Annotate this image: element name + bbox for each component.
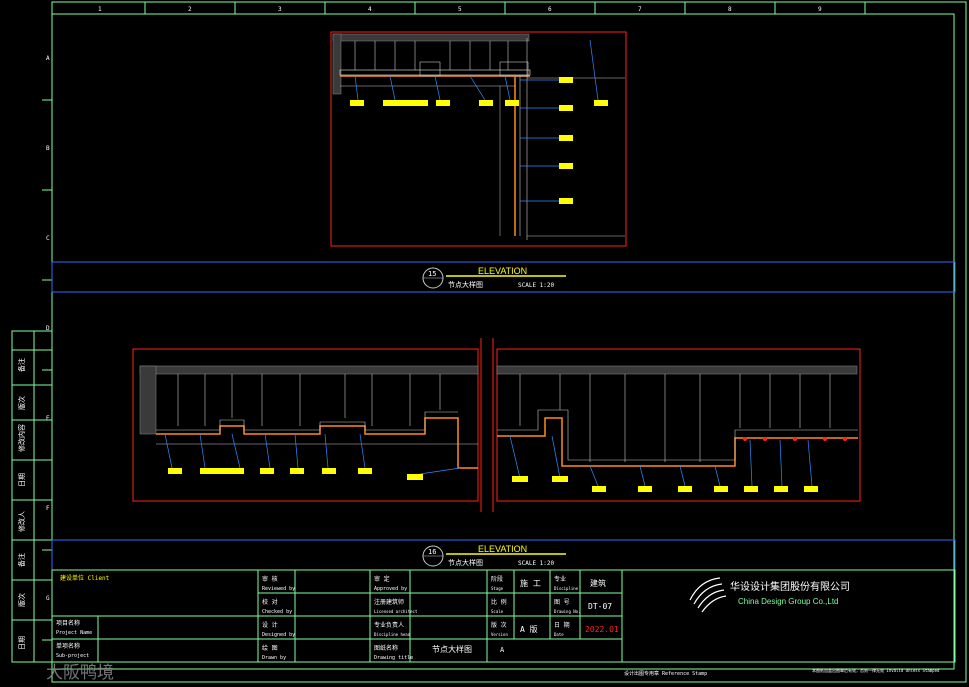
revision-strip (11, 330, 53, 663)
strip-label-8: 日期 (18, 636, 26, 650)
version-label: 版 次 (491, 621, 507, 629)
subproject-label: 单项名称 (56, 642, 80, 650)
discipline-head-label: 专业负责人 (374, 621, 404, 629)
discipline-head-label-en: Discipline head (374, 632, 411, 637)
grid-row-g: G (46, 595, 50, 602)
hanger-rods-16r (519, 374, 831, 462)
ratio-label: 比 例 (491, 598, 507, 606)
number-label-en: Drawing No. (554, 609, 581, 614)
grid-col-4: 4 (368, 6, 372, 13)
strip-label-1: 备注 (17, 358, 26, 372)
stamp-label: 注册建筑师 (374, 598, 404, 606)
company-name-cn: 华设设计集团股份有限公司 (730, 580, 850, 593)
drawn-label-en: Drawn by (262, 655, 286, 661)
material-tags (350, 77, 608, 204)
discipline-value: 建筑 (590, 578, 606, 588)
reviewed-label: 审 核 (262, 575, 278, 583)
hanger-rods-16 (177, 374, 441, 426)
bottom-cell-value: A (500, 646, 505, 654)
grid-row-c: C (46, 235, 50, 242)
view-15-scale: SCALE 1:20 (518, 282, 555, 289)
detail-15-drawing[interactable] (330, 31, 627, 247)
version-value: A 版 (520, 624, 538, 634)
grid-row-f: F (46, 505, 50, 512)
date-label-en: Date (554, 632, 564, 637)
date-label: 日 期 (554, 621, 570, 629)
grid-col-9: 9 (818, 6, 822, 13)
drawn-label: 绘 图 (262, 644, 278, 652)
designed-label-en: Designed by (262, 632, 295, 638)
slab-hatch (332, 33, 530, 42)
project-name-label-en: Project Name (56, 630, 92, 636)
view-16-title-band: 16 ELEVATION 节点大样图 SCALE 1:20 (51, 539, 956, 571)
grid-col-6: 6 (548, 6, 552, 13)
view-15-subtitle: 节点大样图 (448, 280, 483, 289)
material-tags-16r (512, 476, 818, 492)
grid-col-7: 7 (638, 6, 642, 13)
drawing-title: 节点大样图 (432, 644, 472, 654)
discipline-label-en: Discipline (554, 586, 579, 591)
stamp-label-en: Licensed architect (374, 609, 418, 614)
break-lines (480, 338, 494, 512)
wall-hatch-16 (139, 365, 157, 435)
checked-label: 校 对 (262, 598, 278, 606)
subproject-label-en: Sub-project (56, 653, 89, 659)
strip-label-3: 修改内容 (17, 424, 26, 452)
drawing-title-label: 图纸名称 (374, 644, 398, 652)
grid-row-b: B (46, 145, 50, 152)
grid-column-markers (144, 2, 866, 14)
project-name-label: 项目名称 (56, 619, 80, 627)
view-16-title: ELEVATION (478, 544, 527, 554)
number-label: 图 号 (554, 599, 570, 606)
stage-label-en: Stage (491, 586, 504, 591)
grid-col-3: 3 (278, 6, 282, 13)
date-value: 2022.01 (585, 625, 619, 634)
designed-label: 设 计 (262, 621, 278, 629)
discipline-label: 专业 (554, 575, 566, 583)
wall-hatch (332, 33, 342, 95)
strip-label-7: 版次 (17, 593, 26, 607)
grid-col-5: 5 (458, 6, 462, 13)
view-16-subtitle: 节点大样图 (448, 558, 483, 567)
grid-col-8: 8 (728, 6, 732, 13)
approved-label-en: Approved by (374, 586, 407, 592)
cad-drawing-sheet: 1 2 3 4 5 6 7 8 9 A B C D E F G 备注 版次 修改… (11, 1, 967, 683)
ratio-label-en: Scale (491, 609, 504, 614)
invalid-note: 本图纸加盖出图章后有效，否则一律无效 Invalid Unless Stampe… (812, 667, 940, 673)
approved-label: 审 定 (374, 575, 390, 583)
material-tags-16l (168, 468, 423, 480)
grid-row-markers (42, 99, 52, 641)
grid-col-2: 2 (188, 6, 192, 13)
strip-label-2: 版次 (17, 396, 26, 410)
drawing-number: DT-07 (588, 602, 612, 611)
stage-label: 阶段 (491, 575, 503, 583)
view-16-scale: SCALE 1:20 (518, 560, 555, 567)
view-15-number: 15 (428, 270, 436, 278)
slab-hatch-16 (139, 365, 479, 375)
strip-label-4: 日期 (18, 473, 26, 487)
view-15-title-band: 15 ELEVATION 节点大样图 SCALE 1:20 (51, 261, 956, 293)
watermark-text: 大阪鸭境 (46, 663, 114, 683)
checked-label-en: Checked by (262, 609, 292, 615)
view-16-number: 16 (428, 548, 436, 556)
grid-col-1: 1 (98, 6, 102, 13)
client-label: 建设单位 Client (60, 574, 110, 582)
reviewed-label-en: Reviewed by (262, 586, 295, 592)
slab-hatch-16r (496, 365, 858, 375)
hanger-rods (354, 41, 509, 70)
detail-16-left-drawing[interactable] (132, 348, 479, 502)
company-logo (689, 577, 727, 613)
company-name-en: China Design Group Co.,Ltd (738, 597, 839, 606)
strip-label-6: 备注 (17, 553, 26, 567)
strip-label-5: 修改人 (17, 511, 26, 532)
drawing-title-label-en: Drawing title (374, 655, 413, 661)
callout-leaders (354, 39, 599, 202)
stamp-note: 设计出图专用章 Reference Stamp (624, 670, 707, 677)
stage-value: 施 工 (520, 578, 541, 588)
version-label-en: Version (491, 632, 508, 637)
grid-row-e: E (46, 415, 50, 422)
view-15-title: ELEVATION (478, 266, 527, 276)
grid-row-a: A (46, 55, 50, 62)
detail-16-right-drawing[interactable] (496, 348, 861, 502)
